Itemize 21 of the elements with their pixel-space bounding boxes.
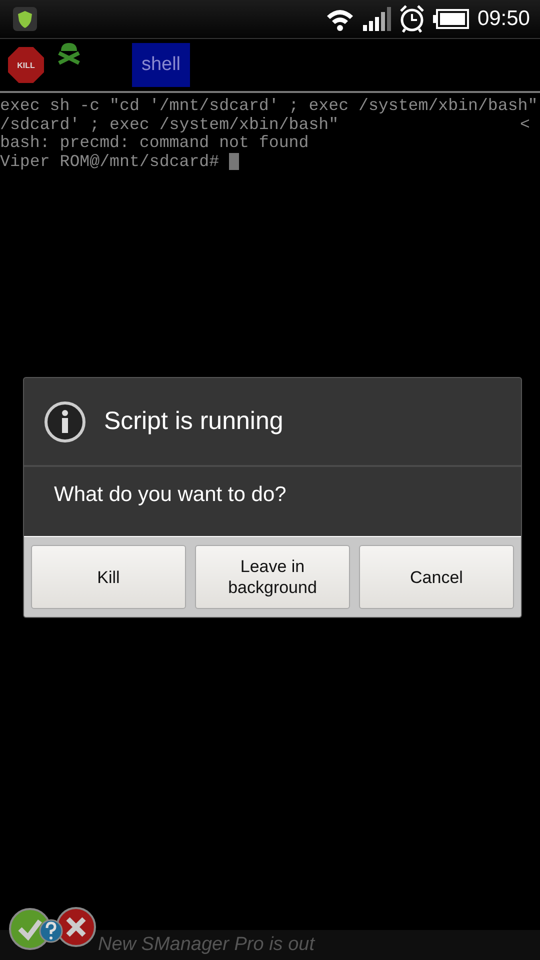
signal-icon <box>363 7 392 31</box>
alarm-clock-icon <box>399 5 426 33</box>
info-icon <box>44 400 86 442</box>
check-question-cross-icon <box>8 905 96 951</box>
shield-icon <box>12 6 38 32</box>
battery-icon <box>433 9 470 29</box>
android-crossbones-icon <box>56 41 82 65</box>
notification-text: New SManager Pro is out <box>98 934 314 956</box>
dialog-title: Script is running <box>104 407 284 436</box>
kill-button[interactable]: KILL <box>8 47 44 83</box>
terminal-line: exec sh -c "cd '/mnt/sdcard' ; exec /system/xbin/bash" <box>0 97 538 116</box>
dialog-button[interactable]: Kill <box>31 545 186 609</box>
overflow-marker: < <box>520 116 530 134</box>
terminal-line: Viper ROM@/mnt/sdcard# <box>0 152 220 171</box>
clock-time: 09:50 <box>477 7 530 31</box>
terminal-line: /sdcard' ; exec /system/xbin/bash" <box>0 116 339 134</box>
shell-tab[interactable]: shell <box>132 43 190 87</box>
dialog-button[interactable]: Leave in background <box>195 545 350 609</box>
dialog-button[interactable]: Cancel <box>359 545 514 609</box>
terminal-line: bash: precmd: command not found <box>0 134 309 152</box>
dialog-message: What do you want to do? <box>54 483 286 506</box>
